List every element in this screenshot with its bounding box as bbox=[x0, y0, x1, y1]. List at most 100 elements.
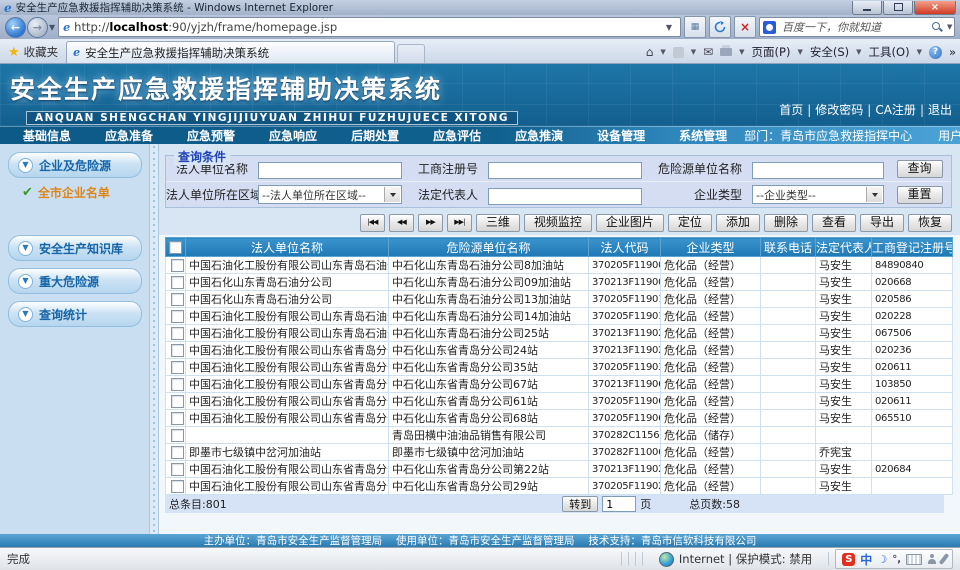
print-icon[interactable] bbox=[720, 48, 732, 56]
add-button[interactable]: 添加 bbox=[716, 214, 760, 232]
address-field[interactable]: e http://localhost:90/yjzh/frame/homepag… bbox=[58, 17, 681, 37]
column-header-7[interactable]: 工商登记注册号 bbox=[872, 238, 953, 257]
row-checkbox[interactable] bbox=[171, 446, 184, 459]
select-all-checkbox[interactable] bbox=[169, 241, 182, 254]
row-checkbox[interactable] bbox=[171, 480, 184, 493]
sidebar-item-全市企业名单[interactable]: ✔全市企业名单 bbox=[8, 178, 142, 201]
row-checkbox[interactable] bbox=[171, 327, 184, 340]
nav-item-2[interactable]: 应急准备 bbox=[88, 127, 170, 144]
favorites-button[interactable]: ★ 收藏夹 bbox=[4, 44, 66, 63]
query-select-企业类型[interactable]: --企业类型-- bbox=[752, 185, 884, 204]
header-link-4[interactable]: 退出 bbox=[928, 101, 952, 118]
row-checkbox[interactable] bbox=[171, 293, 184, 306]
recent-pages-dropdown-icon[interactable]: ▼ bbox=[49, 23, 55, 32]
nav-item-6[interactable]: 应急评估 bbox=[416, 127, 498, 144]
column-header-2[interactable]: 危险源单位名称 bbox=[389, 238, 589, 257]
row-checkbox[interactable] bbox=[171, 412, 184, 425]
back-button[interactable]: ← bbox=[5, 17, 26, 38]
home-icon[interactable]: ⌂ bbox=[646, 45, 654, 59]
delete-button[interactable]: 删除 bbox=[764, 214, 808, 232]
sidebar-group-button-4[interactable]: ▼查询统计 bbox=[8, 301, 142, 327]
feeds-dropdown-icon[interactable]: ▼ bbox=[691, 48, 696, 56]
overflow-chevron[interactable]: » bbox=[949, 45, 956, 59]
search-input[interactable] bbox=[780, 20, 927, 35]
restore-button[interactable]: 恢复 bbox=[908, 214, 952, 232]
menu-page[interactable]: 页面(P) bbox=[752, 44, 791, 60]
table-row[interactable]: 青岛田横中油油品销售有限公司370282C115602危化品（储存） bbox=[166, 427, 953, 444]
row-checkbox[interactable] bbox=[171, 310, 184, 323]
table-row[interactable]: 中国石油化工股份有限公司山东省青岛分公司中石化山东省青岛分公司24站370213… bbox=[166, 342, 953, 359]
print-dropdown-icon[interactable]: ▼ bbox=[739, 48, 744, 56]
search-box[interactable]: ▼ bbox=[759, 17, 955, 37]
locate-button[interactable]: 定位 bbox=[668, 214, 712, 232]
browser-tab[interactable]: e 安全生产应急救援指挥辅助决策系统 bbox=[66, 41, 395, 63]
user-profile-icon[interactable] bbox=[927, 554, 937, 565]
forward-button[interactable]: → bbox=[27, 17, 48, 38]
table-row[interactable]: 中国石油化工股份有限公司山东青岛石油分公司中石化山东青岛石油分公司8加油站370… bbox=[166, 257, 953, 274]
search-magnifier-icon[interactable] bbox=[931, 21, 943, 33]
first-page-button[interactable]: |◀◀ bbox=[360, 214, 385, 232]
video-monitor-button[interactable]: 视频监控 bbox=[524, 214, 592, 232]
row-checkbox[interactable] bbox=[171, 259, 184, 272]
menu-tools[interactable]: 工具(O) bbox=[869, 44, 910, 60]
table-row[interactable]: 中国石油化工股份有限公司山东省青岛分公司中石化山东省青岛分公司29站370205… bbox=[166, 478, 953, 495]
table-row[interactable]: 中国石油化工股份有限公司山东省青岛分公司中石化山东省青岛分公司61站370205… bbox=[166, 393, 953, 410]
goto-page-button[interactable]: 转到 bbox=[562, 496, 598, 512]
row-checkbox[interactable] bbox=[171, 429, 184, 442]
query-input-法人单位名称[interactable] bbox=[258, 162, 402, 179]
nav-item-8[interactable]: 设备管理 bbox=[580, 127, 662, 144]
row-checkbox[interactable] bbox=[171, 361, 184, 374]
query-select-法人单位所在区域[interactable]: --法人单位所在区域-- bbox=[258, 185, 402, 204]
row-checkbox[interactable] bbox=[171, 344, 184, 357]
column-header-3[interactable]: 法人代码 bbox=[589, 238, 661, 257]
settings-wrench-icon[interactable] bbox=[939, 553, 950, 565]
nav-item-3[interactable]: 应急预警 bbox=[170, 127, 252, 144]
table-row[interactable]: 中国石油化工股份有限公司山东省青岛分公司中石化山东省青岛分公司67站370213… bbox=[166, 376, 953, 393]
home-dropdown-icon[interactable]: ▼ bbox=[660, 48, 665, 56]
table-row[interactable]: 中国石油化工股份有限公司山东省青岛分公司中石化山东省青岛分公司第22站37021… bbox=[166, 461, 953, 478]
column-header-6[interactable]: 法定代表人 bbox=[816, 238, 872, 257]
menu-safety[interactable]: 安全(S) bbox=[810, 44, 849, 60]
table-row[interactable]: 中国石油化工股份有限公司山东省青岛分公司中石化山东省青岛分公司68站370205… bbox=[166, 410, 953, 427]
table-row[interactable]: 中国石化山东青岛石油分公司中石化山东青岛石油分公司13加油站370205F119… bbox=[166, 291, 953, 308]
mail-icon[interactable]: ✉ bbox=[703, 45, 713, 59]
punctuation-icon[interactable]: °, bbox=[892, 554, 901, 565]
sidebar-group-button-1[interactable]: ▼企业及危险源 bbox=[8, 152, 142, 178]
enterprise-photo-button[interactable]: 企业图片 bbox=[596, 214, 664, 232]
maximize-button[interactable] bbox=[883, 1, 913, 15]
nav-item-9[interactable]: 系统管理 bbox=[662, 127, 744, 144]
search-dropdown-icon[interactable]: ▼ bbox=[947, 23, 952, 31]
halfwidth-moon-icon[interactable]: ☽ bbox=[877, 553, 887, 566]
export-button[interactable]: 导出 bbox=[860, 214, 904, 232]
view-3d-button[interactable]: 三维 bbox=[476, 214, 520, 232]
compatibility-view-button[interactable]: ▦ bbox=[684, 16, 706, 38]
query-input-法定代表人[interactable] bbox=[488, 188, 642, 205]
keyboard-icon[interactable] bbox=[906, 554, 922, 565]
nav-item-5[interactable]: 后期处置 bbox=[334, 127, 416, 144]
sidebar-group-button-3[interactable]: ▼重大危险源 bbox=[8, 268, 142, 294]
minimize-button[interactable] bbox=[852, 1, 882, 15]
stop-button[interactable]: × bbox=[734, 16, 756, 38]
last-page-button[interactable]: ▶▶| bbox=[447, 214, 472, 232]
nav-item-4[interactable]: 应急响应 bbox=[252, 127, 334, 144]
sidebar-group-button-2[interactable]: ▼安全生产知识库 bbox=[8, 235, 142, 261]
table-row[interactable]: 中国石化山东青岛石油分公司中石化山东青岛石油分公司09加油站370213F119… bbox=[166, 274, 953, 291]
row-checkbox[interactable] bbox=[171, 395, 184, 408]
sogou-icon[interactable]: S bbox=[842, 553, 855, 566]
sidebar-splitter[interactable] bbox=[149, 144, 159, 534]
next-page-button[interactable]: ▶▶ bbox=[418, 214, 443, 232]
refresh-button[interactable] bbox=[709, 16, 731, 38]
row-checkbox[interactable] bbox=[171, 378, 184, 391]
chinese-mode-icon[interactable]: 中 bbox=[860, 551, 872, 568]
column-header-5[interactable]: 联系电话 bbox=[761, 238, 816, 257]
address-dropdown-icon[interactable]: ▼ bbox=[662, 23, 676, 32]
table-row[interactable]: 中国石油化工股份有限公司山东省青岛分公司中石化山东省青岛分公司35站370205… bbox=[166, 359, 953, 376]
row-checkbox[interactable] bbox=[171, 463, 184, 476]
query-search-button[interactable]: 查询 bbox=[897, 160, 943, 178]
header-link-2[interactable]: 修改密码 bbox=[815, 101, 863, 118]
header-link-3[interactable]: CA注册 bbox=[875, 101, 916, 118]
query-reset-button[interactable]: 重置 bbox=[897, 186, 943, 204]
query-input-危险源单位名称[interactable] bbox=[752, 162, 884, 179]
page-number-input[interactable] bbox=[602, 496, 636, 512]
nav-item-1[interactable]: 基础信息 bbox=[6, 127, 88, 144]
